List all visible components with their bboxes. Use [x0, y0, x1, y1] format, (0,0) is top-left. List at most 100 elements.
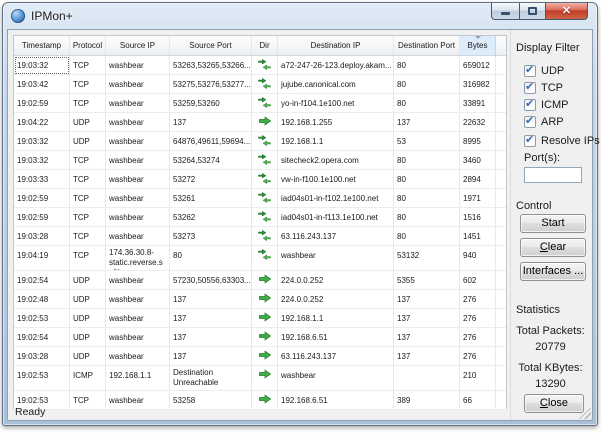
- column-header-dir[interactable]: Dir: [252, 36, 278, 55]
- cell-dest_ip[interactable]: 192.168.6.51: [278, 328, 394, 347]
- cell-timestamp[interactable]: 19:03:42: [14, 75, 70, 94]
- table-row[interactable]: 19:02:59 TCP washbear 53262 iad04s01-in-f113…: [14, 208, 506, 227]
- cell-timestamp[interactable]: 19:03:28: [14, 227, 70, 246]
- cell-source_ip[interactable]: washbear: [106, 309, 170, 328]
- cell-timestamp[interactable]: 19:04:19: [14, 246, 70, 271]
- cell-bytes[interactable]: 602: [460, 271, 496, 290]
- start-button[interactable]: Start: [520, 214, 586, 233]
- cell-dest_port[interactable]: [394, 366, 460, 391]
- cell-timestamp[interactable]: 19:02:48: [14, 290, 70, 309]
- cell-source_port[interactable]: 137: [170, 347, 252, 366]
- cell-dest_port[interactable]: 80: [394, 170, 460, 189]
- cell-protocol[interactable]: TCP: [70, 227, 106, 246]
- table-row[interactable]: 19:02:54 UDP washbear 137 192.168.6.51 137 276: [14, 328, 506, 347]
- cell-dest_port[interactable]: 137: [394, 347, 460, 366]
- table-row[interactable]: 19:03:28 UDP washbear 137 63.116.243.137 137 2…: [14, 347, 506, 366]
- table-row[interactable]: 19:03:32 TCP washbear 53264,53274 sitecheck2…: [14, 151, 506, 170]
- table-row[interactable]: 19:02:54 UDP washbear 57230,50556,63303... 2…: [14, 271, 506, 290]
- column-header-source-port[interactable]: Source Port: [170, 36, 252, 55]
- cell-dest_ip[interactable]: washbear: [278, 246, 394, 271]
- cell-protocol[interactable]: UDP: [70, 132, 106, 151]
- cell-protocol[interactable]: TCP: [70, 75, 106, 94]
- column-header-timestamp[interactable]: Timestamp: [14, 36, 70, 55]
- cell-dest_ip[interactable]: 192.168.1.1: [278, 309, 394, 328]
- cell-source_port[interactable]: 53261: [170, 189, 252, 208]
- cell-protocol[interactable]: TCP: [70, 246, 106, 271]
- cell-dest_port[interactable]: 80: [394, 189, 460, 208]
- cell-protocol[interactable]: TCP: [70, 170, 106, 189]
- cell-protocol[interactable]: TCP: [70, 56, 106, 75]
- cell-bytes[interactable]: 276: [460, 347, 496, 366]
- cell-source_ip[interactable]: washbear: [106, 170, 170, 189]
- column-header-protocol[interactable]: Protocol: [70, 36, 106, 55]
- cell-timestamp[interactable]: 19:02:59: [14, 208, 70, 227]
- cell-dest_port[interactable]: 53132: [394, 246, 460, 271]
- cell-dest_ip[interactable]: 192.168.1.1: [278, 132, 394, 151]
- cell-dir[interactable]: [252, 246, 278, 271]
- cell-timestamp[interactable]: 19:03:32: [14, 151, 70, 170]
- column-header-destination-ip[interactable]: Destination IP: [278, 36, 394, 55]
- cell-protocol[interactable]: UDP: [70, 113, 106, 132]
- checkbox-resolve-ips[interactable]: Resolve IPs: [524, 133, 600, 148]
- cell-dir[interactable]: [252, 227, 278, 246]
- cell-dest_ip[interactable]: yo-in-f104.1e100.net: [278, 94, 394, 113]
- cell-timestamp[interactable]: 19:02:59: [14, 189, 70, 208]
- cell-timestamp[interactable]: 19:03:32: [14, 132, 70, 151]
- cell-source_port[interactable]: 137: [170, 290, 252, 309]
- cell-dest_ip[interactable]: 63.116.243.137: [278, 347, 394, 366]
- cell-source_ip[interactable]: washbear: [106, 271, 170, 290]
- table-row[interactable]: 19:03:32 TCP washbear 53263,53265,53266... a…: [14, 56, 506, 75]
- cell-dest_port[interactable]: 80: [394, 56, 460, 75]
- cell-source_port[interactable]: 53275,53276,53277...: [170, 75, 252, 94]
- cell-bytes[interactable]: 210: [460, 366, 496, 391]
- cell-dir[interactable]: [252, 328, 278, 347]
- cell-bytes[interactable]: 2894: [460, 170, 496, 189]
- cell-dest_port[interactable]: 137: [394, 328, 460, 347]
- minimize-button[interactable]: [491, 3, 519, 20]
- cell-bytes[interactable]: 22632: [460, 113, 496, 132]
- cell-dir[interactable]: [252, 113, 278, 132]
- cell-source_port[interactable]: 53259,53260: [170, 94, 252, 113]
- cell-bytes[interactable]: 276: [460, 290, 496, 309]
- cell-source_port[interactable]: 53272: [170, 170, 252, 189]
- cell-dest_port[interactable]: 53: [394, 132, 460, 151]
- cell-timestamp[interactable]: 19:02:59: [14, 94, 70, 113]
- cell-source_ip[interactable]: washbear: [106, 94, 170, 113]
- cell-source_ip[interactable]: washbear: [106, 113, 170, 132]
- cell-dest_ip[interactable]: 63.116.243.137: [278, 227, 394, 246]
- cell-bytes[interactable]: 1451: [460, 227, 496, 246]
- cell-bytes[interactable]: 316982: [460, 75, 496, 94]
- cell-dir[interactable]: [252, 208, 278, 227]
- cell-dest_ip[interactable]: jujube.canonical.com: [278, 75, 394, 94]
- cell-timestamp[interactable]: 19:04:22: [14, 113, 70, 132]
- table-row[interactable]: 19:03:33 TCP washbear 53272 vw-in-f100.1e100…: [14, 170, 506, 189]
- cell-bytes[interactable]: 1516: [460, 208, 496, 227]
- cell-dir[interactable]: [252, 151, 278, 170]
- cell-protocol[interactable]: TCP: [70, 189, 106, 208]
- table-row[interactable]: 19:02:53 UDP washbear 137 192.168.1.1 137 276: [14, 309, 506, 328]
- cell-protocol[interactable]: UDP: [70, 309, 106, 328]
- cell-dest_ip[interactable]: iad04s01-in-f102.1e100.net: [278, 189, 394, 208]
- cell-source_ip[interactable]: washbear: [106, 56, 170, 75]
- cell-source_ip[interactable]: washbear: [106, 151, 170, 170]
- cell-source_port[interactable]: 53273: [170, 227, 252, 246]
- cell-timestamp[interactable]: 19:03:32: [14, 56, 70, 75]
- cell-dest_port[interactable]: 80: [394, 227, 460, 246]
- cell-dest_port[interactable]: 5355: [394, 271, 460, 290]
- cell-source_ip[interactable]: washbear: [106, 189, 170, 208]
- column-header-source-ip[interactable]: Source IP: [106, 36, 170, 55]
- table-row[interactable]: 19:04:19TCP174.36.30.8-static.reverse.so…: [14, 246, 506, 271]
- cell-dest_ip[interactable]: 224.0.0.252: [278, 271, 394, 290]
- table-row[interactable]: 19:03:28 TCP washbear 53273 63.116.243.137 80…: [14, 227, 506, 246]
- close-button[interactable]: Close: [524, 394, 584, 413]
- cell-source_port[interactable]: 137: [170, 309, 252, 328]
- table-row[interactable]: 19:03:32 UDP washbear 64876,49611,59694... 1…: [14, 132, 506, 151]
- cell-dir[interactable]: [252, 132, 278, 151]
- cell-protocol[interactable]: UDP: [70, 347, 106, 366]
- cell-source_ip[interactable]: washbear: [106, 75, 170, 94]
- table-row[interactable]: 19:03:42 TCP washbear 53275,53276,53277... j…: [14, 75, 506, 94]
- cell-source_ip[interactable]: washbear: [106, 132, 170, 151]
- cell-timestamp[interactable]: 19:03:33: [14, 170, 70, 189]
- ports-input[interactable]: [524, 167, 582, 183]
- cell-bytes[interactable]: 659012: [460, 56, 496, 75]
